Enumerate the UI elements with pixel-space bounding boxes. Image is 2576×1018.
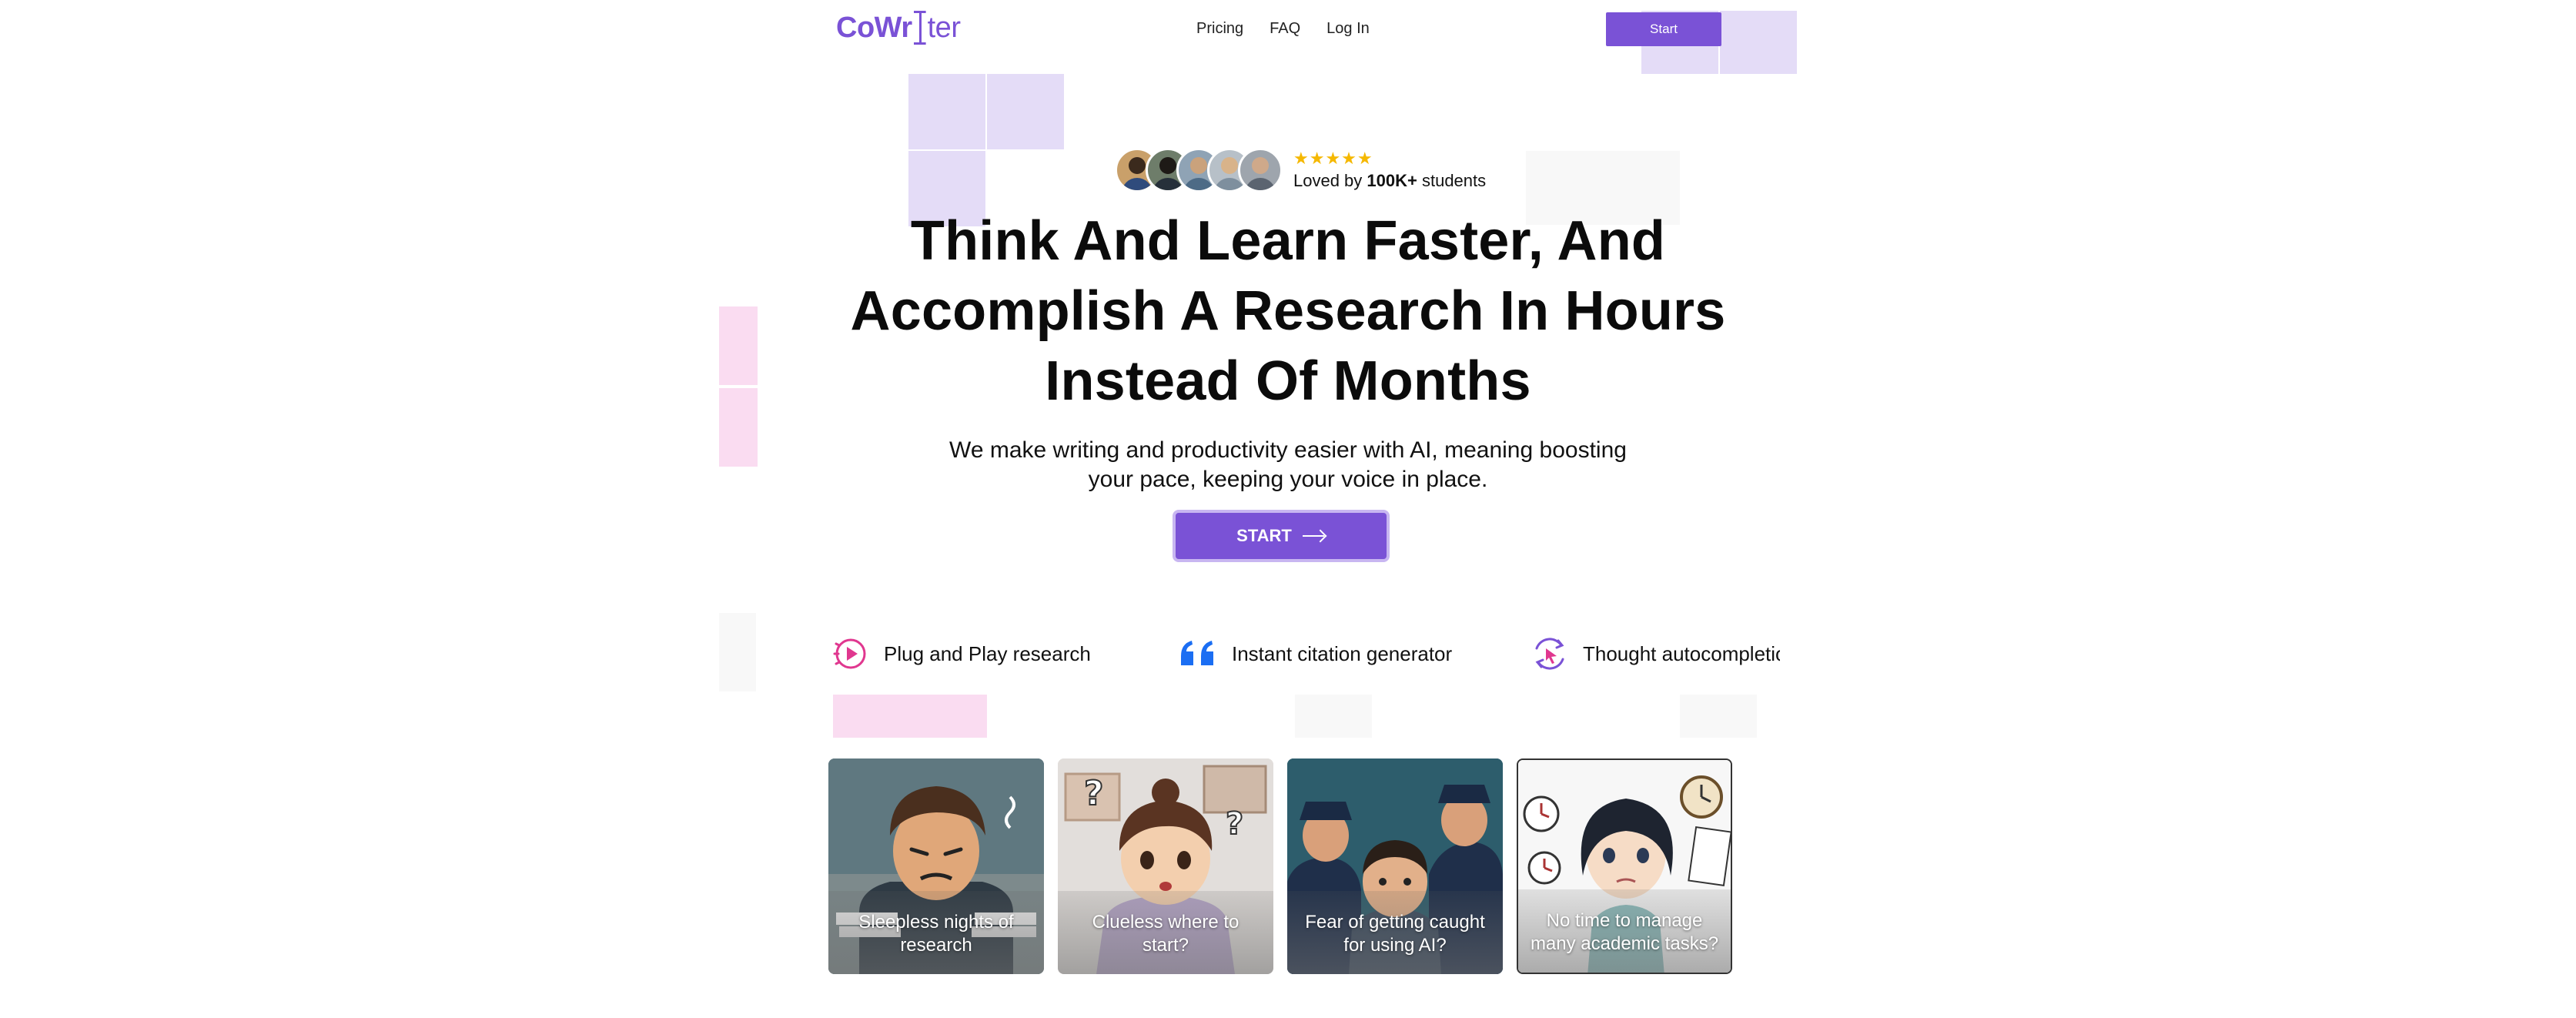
arrow-right-icon (1302, 531, 1326, 541)
card-caption: Fear of getting caught for using AI? (1305, 912, 1485, 956)
decor-square (719, 306, 758, 385)
play-circle-icon (830, 633, 871, 675)
text-cursor-icon (914, 11, 926, 45)
proof-text: ★★★★★ Loved by 100K+ students (1293, 149, 1486, 191)
svg-text:?: ? (1226, 806, 1243, 842)
nav-link-pricing[interactable]: Pricing (1196, 20, 1243, 38)
nav-link-login[interactable]: Log In (1326, 20, 1370, 38)
pain-point-cards: Sleepless nights of research ? ? Clueles… (828, 758, 1732, 974)
decor-square (908, 74, 985, 149)
decor-square (719, 613, 756, 692)
card-caption: Clueless where to start? (1092, 912, 1239, 956)
hero-title: Think And Learn Faster, And Accomplish A… (850, 210, 1726, 412)
feature-thought-autocompletion: Thought autocompletion (1503, 613, 1780, 695)
logo-text-start: CoWr (836, 11, 912, 44)
card-sleepless-nights: Sleepless nights of research (828, 758, 1044, 974)
card-no-time: No time to manage many academic tasks? (1517, 758, 1732, 974)
feature-label: Thought autocompletion (1583, 641, 1780, 665)
card-caption: No time to manage many academic tasks? (1530, 910, 1719, 954)
loved-by-text: Loved by 100K+ students (1293, 171, 1486, 191)
hero-subtitle: We make writing and productivity easier … (949, 437, 1627, 492)
nav-start-button[interactable]: Start (1606, 12, 1721, 46)
nav-links: Pricing FAQ Log In (1196, 20, 1370, 38)
decor-square (1295, 695, 1372, 738)
hero-start-label: START (1236, 526, 1292, 545)
loved-prefix: Loved by (1293, 171, 1367, 190)
decor-square (987, 74, 1064, 149)
avatar (1238, 148, 1283, 193)
decor-square (833, 695, 987, 738)
top-nav: CoWr ter Pricing FAQ Log In Start (0, 0, 2576, 62)
feature-label: Plug and Play research (884, 641, 1091, 665)
cowriter-logo[interactable]: CoWr ter (836, 11, 961, 45)
loved-count: 100K+ (1367, 171, 1417, 190)
feature-plug-and-play: Plug and Play research (804, 613, 1135, 695)
social-proof: ★★★★★ Loved by 100K+ students (1115, 148, 1486, 193)
logo-text-end: ter (927, 11, 961, 44)
svg-text:?: ? (1084, 774, 1104, 813)
nav-link-faq[interactable]: FAQ (1270, 20, 1300, 38)
card-caption: Sleepless nights of research (858, 912, 1014, 956)
quote-icon (1178, 633, 1219, 675)
card-fear-of-getting-caught: Fear of getting caught for using AI? (1287, 758, 1503, 974)
feature-citation-generator: Instant citation generator (1152, 613, 1490, 695)
loved-suffix: students (1417, 171, 1487, 190)
decor-square (1680, 695, 1757, 738)
student-avatars (1115, 148, 1283, 193)
decor-square (719, 388, 758, 467)
card-clueless: ? ? Clueless where to start? (1058, 758, 1273, 974)
feature-label: Instant citation generator (1232, 641, 1453, 665)
cursor-refresh-icon (1529, 633, 1571, 675)
hero-start-button[interactable]: START (1173, 510, 1390, 562)
rating-stars-icon: ★★★★★ (1293, 149, 1373, 168)
features-strip: Plug and Play research Instant citation … (804, 613, 1780, 695)
